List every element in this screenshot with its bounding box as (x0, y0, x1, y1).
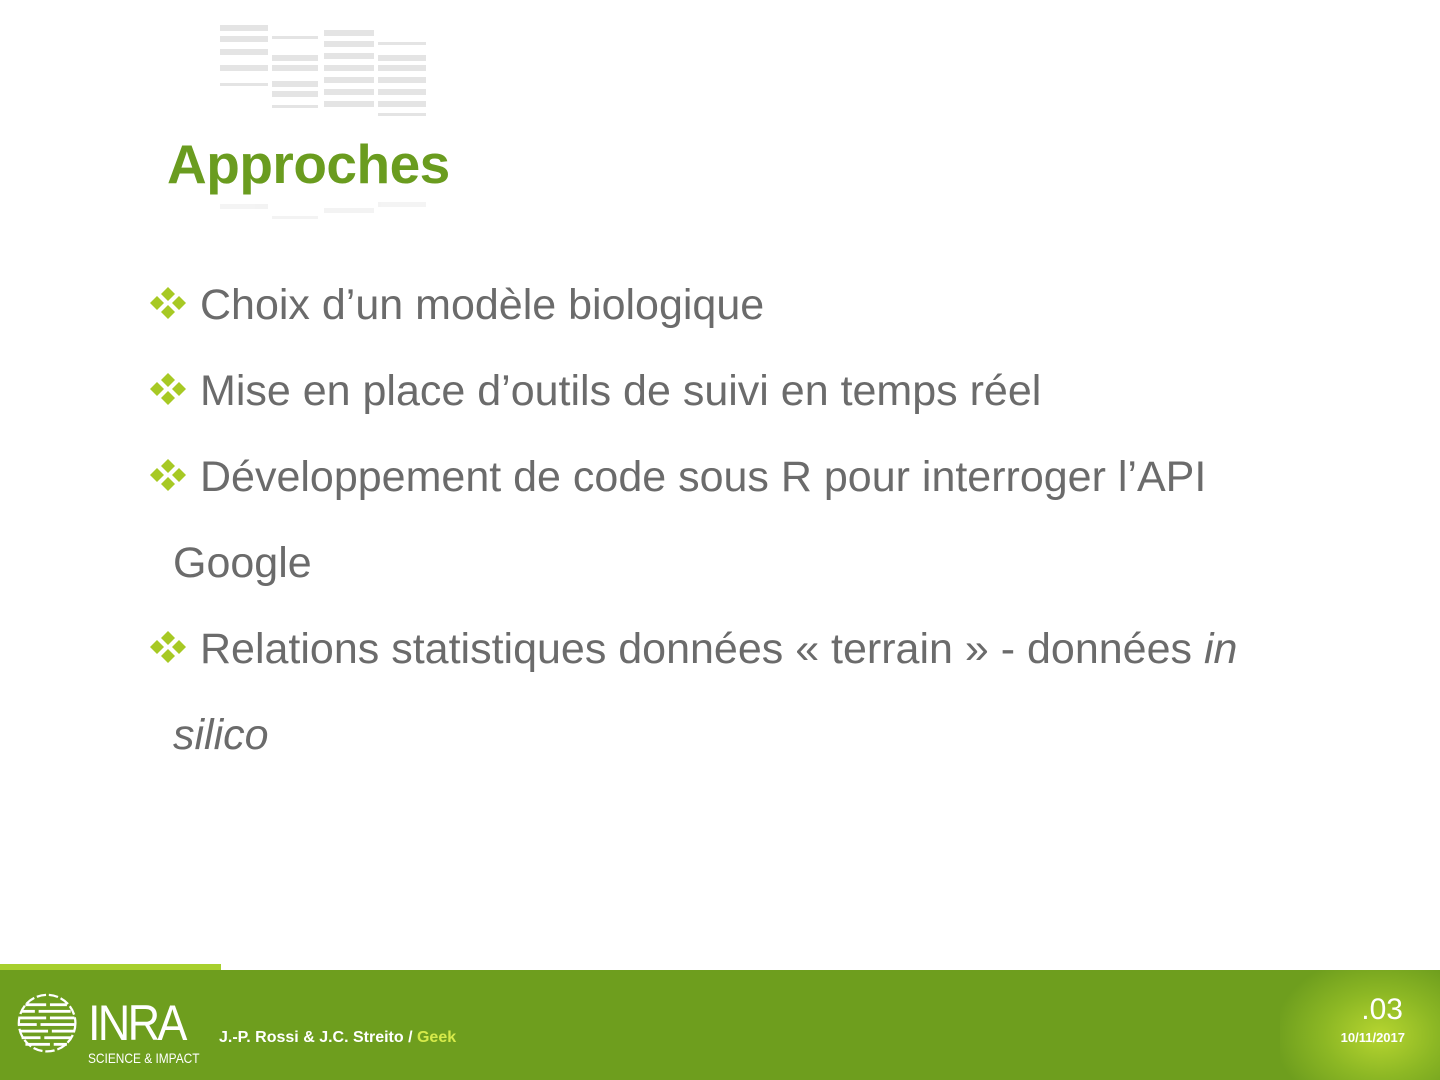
bullet-text: Mise en place d’outils de suivi en temps… (200, 367, 1042, 415)
bullet-text-continuation: Google (173, 539, 312, 587)
logo-subtitle: SCIENCE & IMPACT (88, 1050, 200, 1066)
bullet-text: Développement de code sous R pour interr… (200, 453, 1207, 501)
bullet-item: Mise en place d’outils de suivi en temps… (148, 348, 1388, 434)
inra-logo-icon (17, 993, 77, 1053)
page-number: .03 (1361, 993, 1403, 1026)
four-diamond-bullet-icon (150, 287, 186, 319)
four-diamond-bullet-icon (150, 631, 186, 663)
logo-wordmark: INRA (88, 995, 187, 1051)
footer-authors: J.-P. Rossi & J.C. Streito / Geek (219, 1029, 456, 1047)
header-decorative-reflection (220, 200, 430, 230)
footer-date: 10/11/2017 (1340, 1030, 1405, 1045)
bullet-item: Choix d’un modèle biologique (148, 262, 1388, 348)
bullet-list: Choix d’un modèle biologique Mise en pla… (148, 262, 1388, 778)
slide-title: Approches (167, 133, 450, 195)
bullet-item: Relations statistiques données « terrain… (148, 606, 1388, 778)
footer-glow (1280, 970, 1440, 1080)
event-name: Geek (416, 1029, 457, 1046)
four-diamond-bullet-icon (150, 373, 186, 405)
bullet-item: Développement de code sous R pour interr… (148, 434, 1388, 606)
four-diamond-bullet-icon (150, 459, 186, 491)
bullet-text: Relations statistiques données « terrain… (200, 625, 1204, 673)
header-decorative-pattern (220, 25, 430, 125)
bullet-text-continuation: silico (173, 711, 269, 759)
bullet-text-italic: in (1203, 625, 1238, 673)
footer-bar: INRA SCIENCE & IMPACT J.-P. Rossi & J.C.… (0, 970, 1440, 1080)
authors-text: J.-P. Rossi & J.C. Streito / (219, 1029, 417, 1046)
bullet-text: Choix d’un modèle biologique (200, 281, 765, 329)
